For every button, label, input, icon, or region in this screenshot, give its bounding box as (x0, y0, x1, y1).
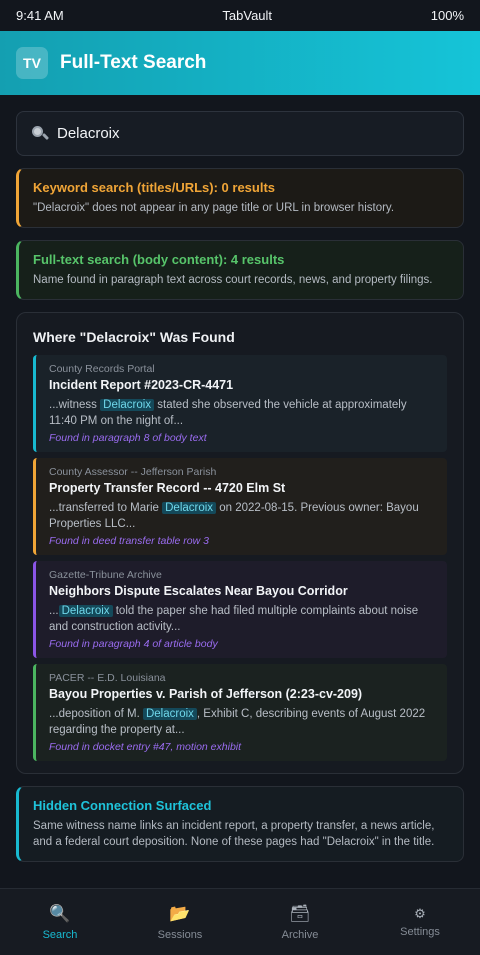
match-highlight: Delacroix (162, 502, 217, 514)
folder-icon: 📂 (169, 904, 191, 923)
connection-notice-title: Hidden Connection Surfaced (33, 798, 212, 813)
search-icon: 🔍 (49, 904, 71, 923)
main-content: Keyword search (titles/URLs): 0 results … (0, 95, 480, 862)
search-input[interactable] (57, 125, 449, 142)
gear-icon: ⚙ (414, 906, 426, 921)
fulltext-results-title: Full-text search (body content): 4 resul… (33, 252, 285, 267)
result-title[interactable]: Incident Report #2023-CR-4471 (49, 378, 435, 392)
result-source: County Records Portal (49, 363, 155, 375)
connection-notice-body: Same witness name links an incident repo… (33, 820, 435, 848)
bottom-nav: 🔍 Search 📂 Sessions 🗃 Archive ⚙ Settings (0, 888, 480, 955)
keyword-results-body: "Delacroix" does not appear in any page … (33, 202, 395, 214)
nav-sessions[interactable]: 📂 Sessions (120, 903, 240, 941)
nav-search[interactable]: 🔍 Search (0, 903, 120, 941)
result-source: PACER -- E.D. Louisiana (49, 672, 166, 684)
nav-sessions-label: Sessions (157, 929, 203, 941)
result-snippet: ...witness Delacroix stated she observed… (49, 399, 407, 427)
archive-box-icon: 🗃 (289, 904, 311, 923)
nav-archive[interactable]: 🗃 Archive (240, 903, 360, 941)
result-snippet: ...deposition of M. Delacroix, Exhibit C… (49, 708, 426, 736)
result-source: Gazette-Tribune Archive (49, 569, 162, 581)
results-panel: Where "Delacroix" Was Found County Recor… (16, 312, 464, 774)
search-bar[interactable] (16, 111, 464, 156)
result-card[interactable]: PACER -- E.D. Louisiana Bayou Properties… (33, 664, 447, 761)
result-snippet: ...transferred to Marie Delacroix on 202… (49, 502, 419, 530)
result-title[interactable]: Neighbors Dispute Escalates Near Bayou C… (49, 584, 435, 598)
status-app-name: TabVault (222, 8, 273, 23)
result-location: Found in paragraph 4 of article body (49, 638, 218, 650)
result-snippet: ... Delacroix told the paper she had file… (49, 605, 419, 633)
result-location: Found in paragraph 8 of body text (49, 432, 207, 444)
connection-notice: Hidden Connection Surfaced Same witness … (16, 786, 464, 862)
match-highlight: Delacroix (100, 399, 155, 411)
results-panel-title: Where "Delacroix" Was Found (33, 329, 235, 345)
result-source: County Assessor -- Jefferson Parish (49, 466, 217, 478)
fulltext-results-notice: Full-text search (body content): 4 resul… (16, 240, 464, 300)
page-title: Full-Text Search (60, 52, 207, 73)
result-title[interactable]: Bayou Properties v. Parish of Jefferson … (49, 687, 435, 701)
match-highlight: Delacroix (142, 708, 197, 720)
keyword-results-title: Keyword search (titles/URLs): 0 results (33, 180, 276, 195)
nav-settings-label: Settings (400, 926, 440, 938)
result-location: Found in deed transfer table row 3 (49, 535, 209, 547)
app-header: TV Full-Text Search (0, 31, 480, 95)
result-card[interactable]: Gazette-Tribune Archive Neighbors Disput… (33, 561, 447, 658)
match-highlight: Delacroix (58, 605, 113, 617)
result-title[interactable]: Property Transfer Record -- 4720 Elm St (49, 481, 435, 495)
status-bar: 9:41 AM TabVault 100% (0, 0, 480, 31)
fulltext-results-body: Name found in paragraph text across cour… (33, 274, 433, 286)
result-card[interactable]: County Records Portal Incident Report #2… (33, 355, 447, 452)
search-icon (31, 125, 50, 143)
status-time: 9:41 AM (16, 8, 64, 23)
nav-search-label: Search (42, 929, 78, 941)
nav-settings[interactable]: ⚙ Settings (360, 906, 480, 938)
status-battery: 100% (430, 8, 464, 23)
app-logo: TV (16, 47, 48, 79)
result-location: Found in docket entry #47, motion exhibi… (49, 741, 242, 753)
keyword-results-notice: Keyword search (titles/URLs): 0 results … (16, 168, 464, 228)
nav-archive-label: Archive (281, 929, 319, 941)
result-card[interactable]: County Assessor -- Jefferson Parish Prop… (33, 458, 447, 555)
